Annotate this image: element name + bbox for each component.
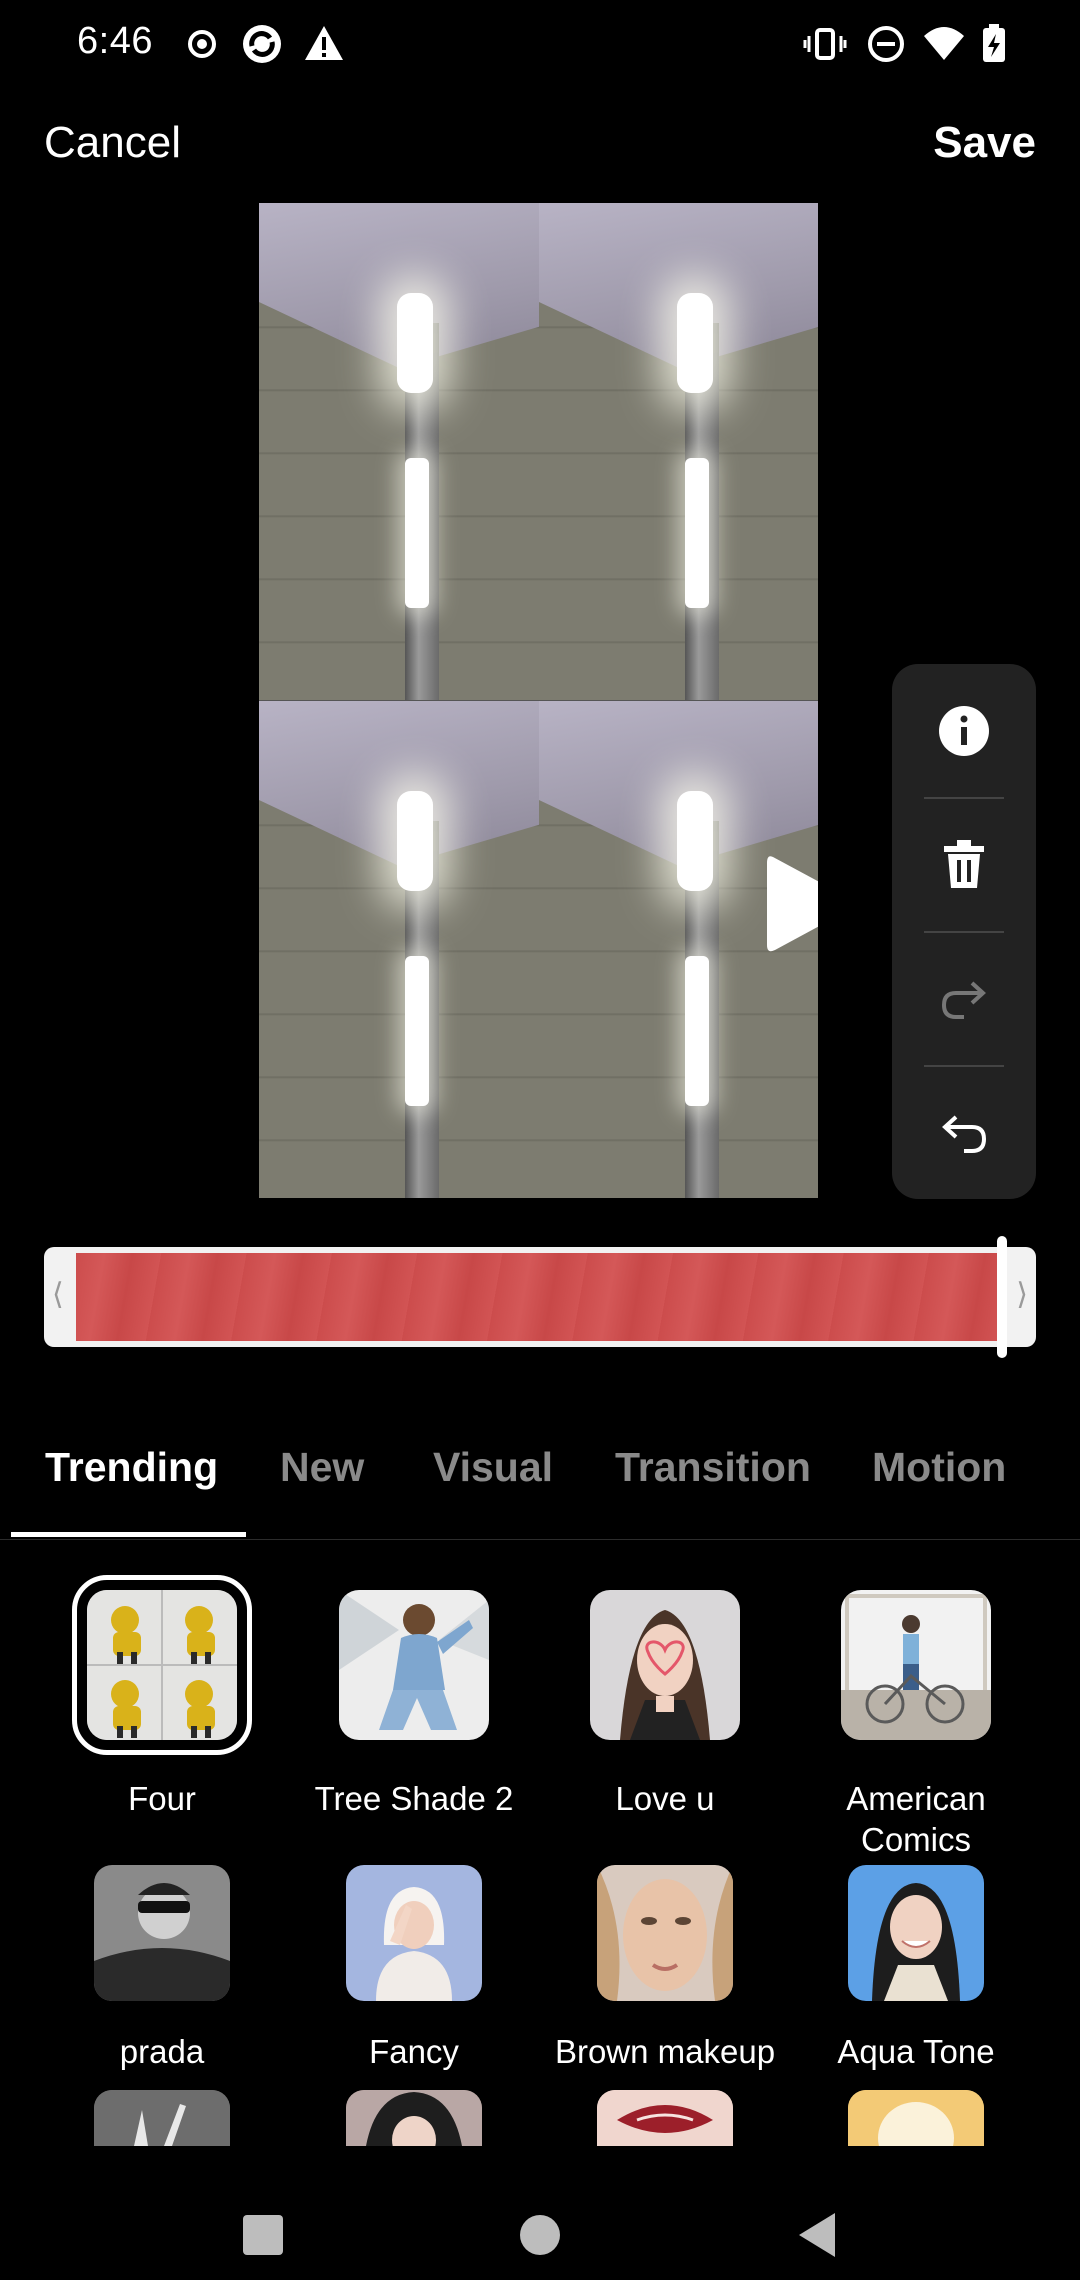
effect-item[interactable] (94, 2090, 230, 2146)
info-icon (939, 705, 989, 756)
trash-icon (944, 839, 984, 888)
effect-label: Tree Shade 2 (314, 1780, 514, 1817)
timeline-right-handle[interactable]: ⟩ (1016, 1277, 1028, 1312)
preview-tile (539, 203, 818, 700)
effect-label: Fancy (369, 2033, 459, 2070)
play-icon[interactable] (759, 849, 818, 959)
effect-thumbnail (346, 1865, 482, 2001)
effect-item[interactable]: Four (37, 1575, 287, 1819)
effect-thumbnail (339, 1590, 489, 1740)
effect-label: Brown makeup (554, 2033, 776, 2070)
tab-motion[interactable]: Motion (872, 1444, 1006, 1491)
effect-item[interactable] (346, 2090, 482, 2146)
system-nav-bar (0, 2155, 1080, 2280)
effect-item[interactable]: Brown makeup (540, 1865, 790, 2072)
info-button[interactable] (892, 664, 1036, 797)
effect-label: American Comics (846, 1780, 986, 1858)
effect-item[interactable]: Love u (540, 1590, 790, 1819)
do-not-disturb-icon (868, 26, 904, 62)
preview-tile (259, 203, 539, 700)
effect-item[interactable] (597, 2090, 733, 2146)
warning-icon (305, 26, 343, 60)
effect-label: Love u (615, 1780, 715, 1817)
timeline[interactable]: ⟨ ⟩ (44, 1247, 1036, 1347)
video-preview[interactable] (259, 203, 818, 1198)
timeline-track[interactable] (76, 1253, 998, 1341)
effect-thumbnail (848, 1865, 984, 2001)
effect-item[interactable]: Aqua Tone (791, 1865, 1041, 2072)
back-triangle-icon[interactable] (795, 2211, 839, 2259)
redo-button[interactable] (892, 932, 1036, 1065)
side-toolbar (892, 664, 1036, 1199)
tab-trending[interactable]: Trending (45, 1444, 218, 1491)
undo-button[interactable] (892, 1066, 1036, 1199)
effect-thumbnail (94, 1865, 230, 2001)
tab-visual[interactable]: Visual (433, 1444, 553, 1491)
effect-item[interactable]: Fancy (289, 1865, 539, 2072)
effect-thumbnail (597, 1865, 733, 2001)
divider (0, 1539, 1080, 1540)
timeline-playhead[interactable] (997, 1236, 1007, 1358)
tab-new[interactable]: New (280, 1444, 364, 1491)
effect-item[interactable]: prada (37, 1865, 287, 2072)
undo-icon (942, 1115, 987, 1153)
preview-tile (259, 701, 539, 1198)
effect-item[interactable]: Tree Shade 2 (289, 1590, 539, 1819)
effect-label: Aqua Tone (837, 2033, 995, 2070)
tab-active-indicator (11, 1532, 246, 1537)
sync-icon (243, 25, 281, 63)
timeline-left-handle[interactable]: ⟨ (52, 1277, 64, 1312)
effect-thumbnail (590, 1590, 740, 1740)
effect-item[interactable]: American Comics (791, 1590, 1041, 1860)
wifi-icon (924, 27, 964, 60)
status-bar: 6:46 (0, 0, 1080, 88)
home-circle-icon[interactable] (518, 2213, 562, 2257)
redo-icon (941, 981, 986, 1019)
effect-thumbnail (72, 1575, 252, 1755)
status-time: 6:46 (77, 20, 153, 62)
effect-item[interactable] (848, 2090, 984, 2146)
effect-thumbnail (841, 1590, 991, 1740)
record-icon (188, 30, 216, 58)
tab-transition[interactable]: Transition (615, 1444, 811, 1491)
vibrate-icon (803, 28, 847, 60)
save-button[interactable]: Save (933, 118, 1036, 168)
recents-square-icon[interactable] (241, 2213, 285, 2257)
effect-label: prada (119, 2033, 205, 2070)
delete-button[interactable] (892, 798, 1036, 931)
effect-label: Four (128, 1780, 196, 1817)
category-tabs: Trending New Visual Transition Motion (0, 1408, 1080, 1540)
cancel-button[interactable]: Cancel (44, 118, 181, 168)
battery-charging-icon (983, 24, 1005, 62)
